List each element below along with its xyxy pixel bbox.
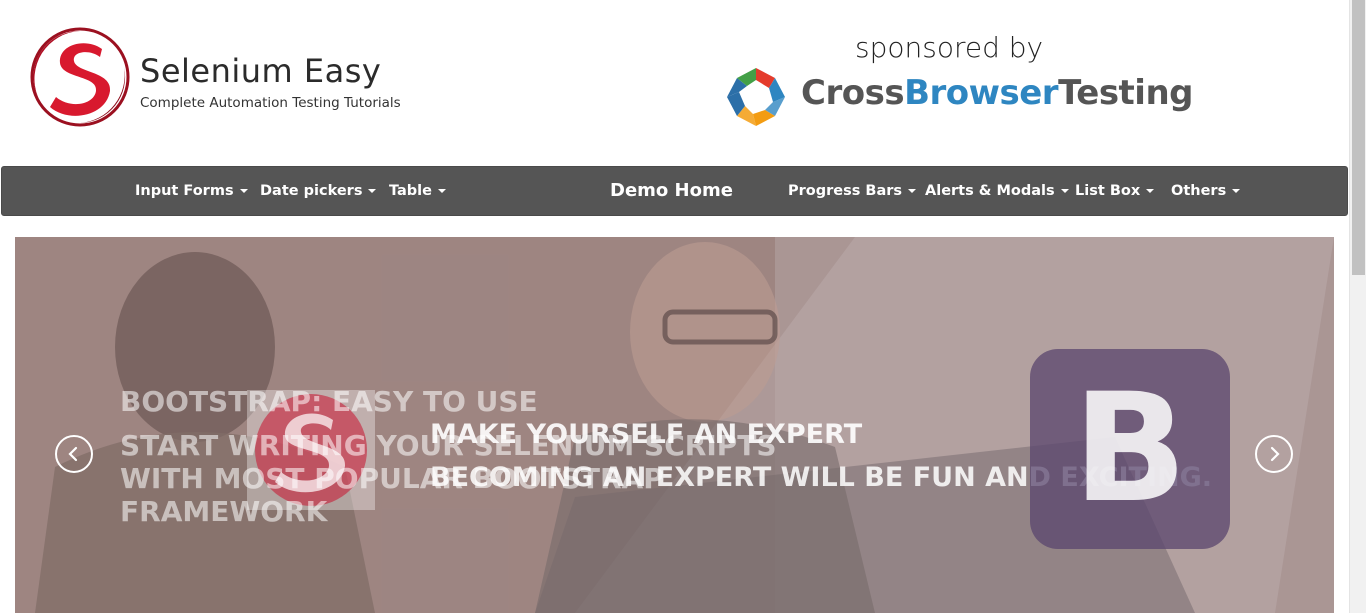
caret-down-icon [368,189,377,193]
page-scrollbar[interactable] [1349,0,1366,613]
nav-others[interactable]: Others [1171,167,1241,215]
caret-down-icon [1060,189,1069,193]
nav-label: Alerts & Modals [925,183,1055,199]
main-navbar: Input Forms Date pickers Table Demo Home… [1,166,1348,216]
nav-demo-home[interactable]: Demo Home [610,167,733,215]
nav-label: Others [1171,183,1227,199]
nav-label: Progress Bars [788,183,903,199]
nav-progress-bars[interactable]: Progress Bars [788,167,917,215]
nav-label: Input Forms [135,183,234,199]
caret-down-icon [1146,189,1155,193]
crossbrowsertesting-wordmark[interactable]: CrossBrowserTesting [801,73,1194,113]
page: Selenium Easy Complete Automation Testin… [0,0,1366,613]
nav-alerts-modals[interactable]: Alerts & Modals [925,167,1069,215]
crossbrowsertesting-logo-icon[interactable] [725,66,787,128]
bootstrap-logo-letter: B [1072,362,1188,536]
nav-list-box[interactable]: List Box [1075,167,1155,215]
caret-down-icon [438,189,446,193]
wordmark-part-testing: Testing [1058,73,1194,113]
hero-carousel[interactable]: BOOTSTRAP: EASY TO USE START WRITING YOU… [15,237,1334,613]
nav-label: Date pickers [260,183,363,199]
carousel-next-button[interactable] [1255,435,1293,473]
selenium-easy-logo-icon[interactable] [30,27,130,127]
nav-label: Table [389,183,432,199]
sponsored-by-label: sponsored by [855,31,1044,64]
caret-down-icon [1232,189,1241,193]
chevron-left-icon [68,446,78,462]
slide-1-title: BOOTSTRAP: EASY TO USE [120,385,538,418]
bootstrap-logo-icon: B [1030,349,1230,549]
nav-table[interactable]: Table [389,167,446,215]
site-header: Selenium Easy Complete Automation Testin… [0,0,1349,165]
brand-title[interactable]: Selenium Easy [140,52,381,90]
wordmark-part-browser: Browser [904,73,1059,113]
nav-date-pickers[interactable]: Date pickers [260,167,377,215]
scrollbar-thumb[interactable] [1352,0,1365,275]
caret-down-icon [908,189,917,193]
nav-input-forms[interactable]: Input Forms [135,167,248,215]
carousel-prev-button[interactable] [55,435,93,473]
brand-tagline: Complete Automation Testing Tutorials [140,95,401,111]
caret-down-icon [239,189,248,193]
slide-2-title: MAKE YOURSELF AN EXPERT [430,419,863,450]
nav-label: List Box [1075,183,1141,199]
chevron-right-icon [1270,446,1280,462]
wordmark-part-cross: Cross [801,73,905,113]
